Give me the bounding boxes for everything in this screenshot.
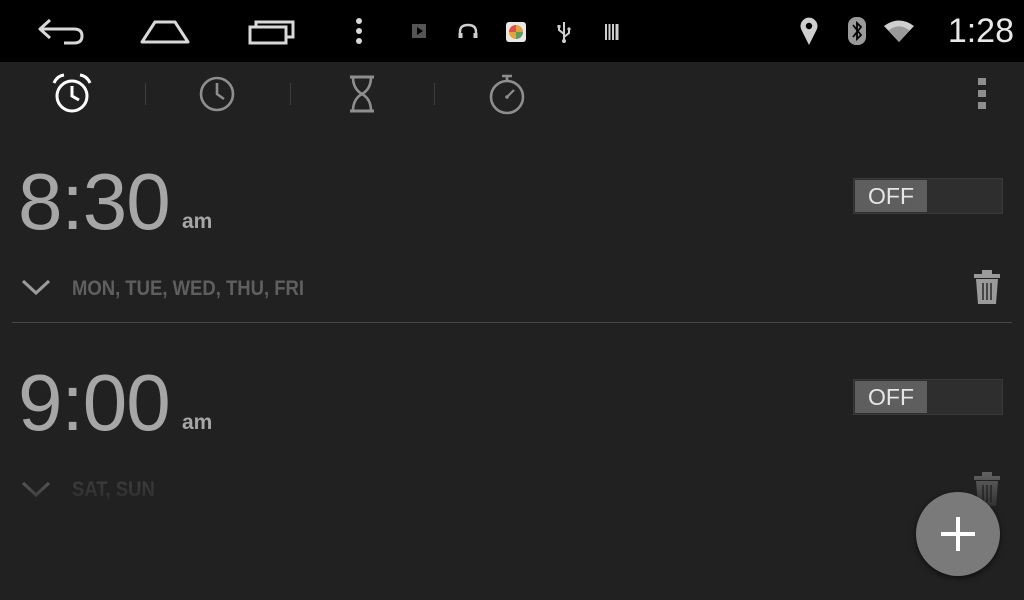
alarm-toggle-label: OFF [855, 381, 927, 413]
alarm-repeat-days[interactable]: SAT, SUN [72, 478, 155, 502]
back-icon[interactable] [34, 14, 88, 48]
alarm-time[interactable]: 9:00 [18, 363, 171, 443]
usb-icon [555, 19, 573, 45]
play-icon [410, 22, 428, 40]
tab-separator [145, 83, 146, 105]
expand-chevron-icon[interactable] [20, 276, 52, 302]
alarm-divider [12, 322, 1012, 323]
delete-alarm-icon[interactable] [972, 268, 1002, 310]
wifi-icon [882, 17, 916, 45]
barcode-icon [603, 22, 621, 42]
alarm-repeat-days[interactable]: MON, TUE, WED, THU, FRI [72, 277, 304, 301]
location-icon [797, 14, 821, 48]
plus-icon [941, 517, 975, 551]
status-bar: 1:28 [0, 0, 1024, 62]
alarm-ampm[interactable]: am [182, 210, 212, 234]
app-bar [0, 62, 1024, 126]
overflow-menu-button[interactable] [932, 62, 1024, 126]
tab-stopwatch[interactable] [457, 62, 557, 126]
bluetooth-icon [845, 16, 869, 46]
tab-timer[interactable] [312, 62, 412, 126]
menu-dots-icon[interactable] [346, 14, 372, 48]
home-icon[interactable] [138, 14, 192, 48]
tab-clock[interactable] [167, 62, 267, 126]
tab-alarm[interactable] [22, 62, 122, 126]
overflow-menu-icon [978, 78, 986, 109]
headphones-icon [455, 20, 481, 42]
alarm-ampm[interactable]: am [182, 411, 212, 435]
add-alarm-button[interactable] [916, 492, 1000, 576]
stopwatch-icon [489, 74, 525, 115]
scroll-fade [0, 430, 1024, 600]
alarm-time[interactable]: 8:30 [18, 162, 171, 242]
alarm-toggle-label: OFF [855, 180, 927, 212]
alarm-toggle[interactable]: OFF [853, 379, 1003, 415]
timer-icon [350, 75, 374, 113]
clock-icon [199, 76, 235, 112]
app-notification-icon [504, 20, 528, 44]
recents-icon[interactable] [244, 14, 298, 48]
status-clock: 1:28 [947, 12, 1014, 50]
expand-chevron-icon[interactable] [20, 478, 52, 504]
tab-separator [290, 83, 291, 105]
alarm-toggle[interactable]: OFF [853, 178, 1003, 214]
tab-separator [434, 83, 435, 105]
alarm-icon [52, 73, 92, 113]
